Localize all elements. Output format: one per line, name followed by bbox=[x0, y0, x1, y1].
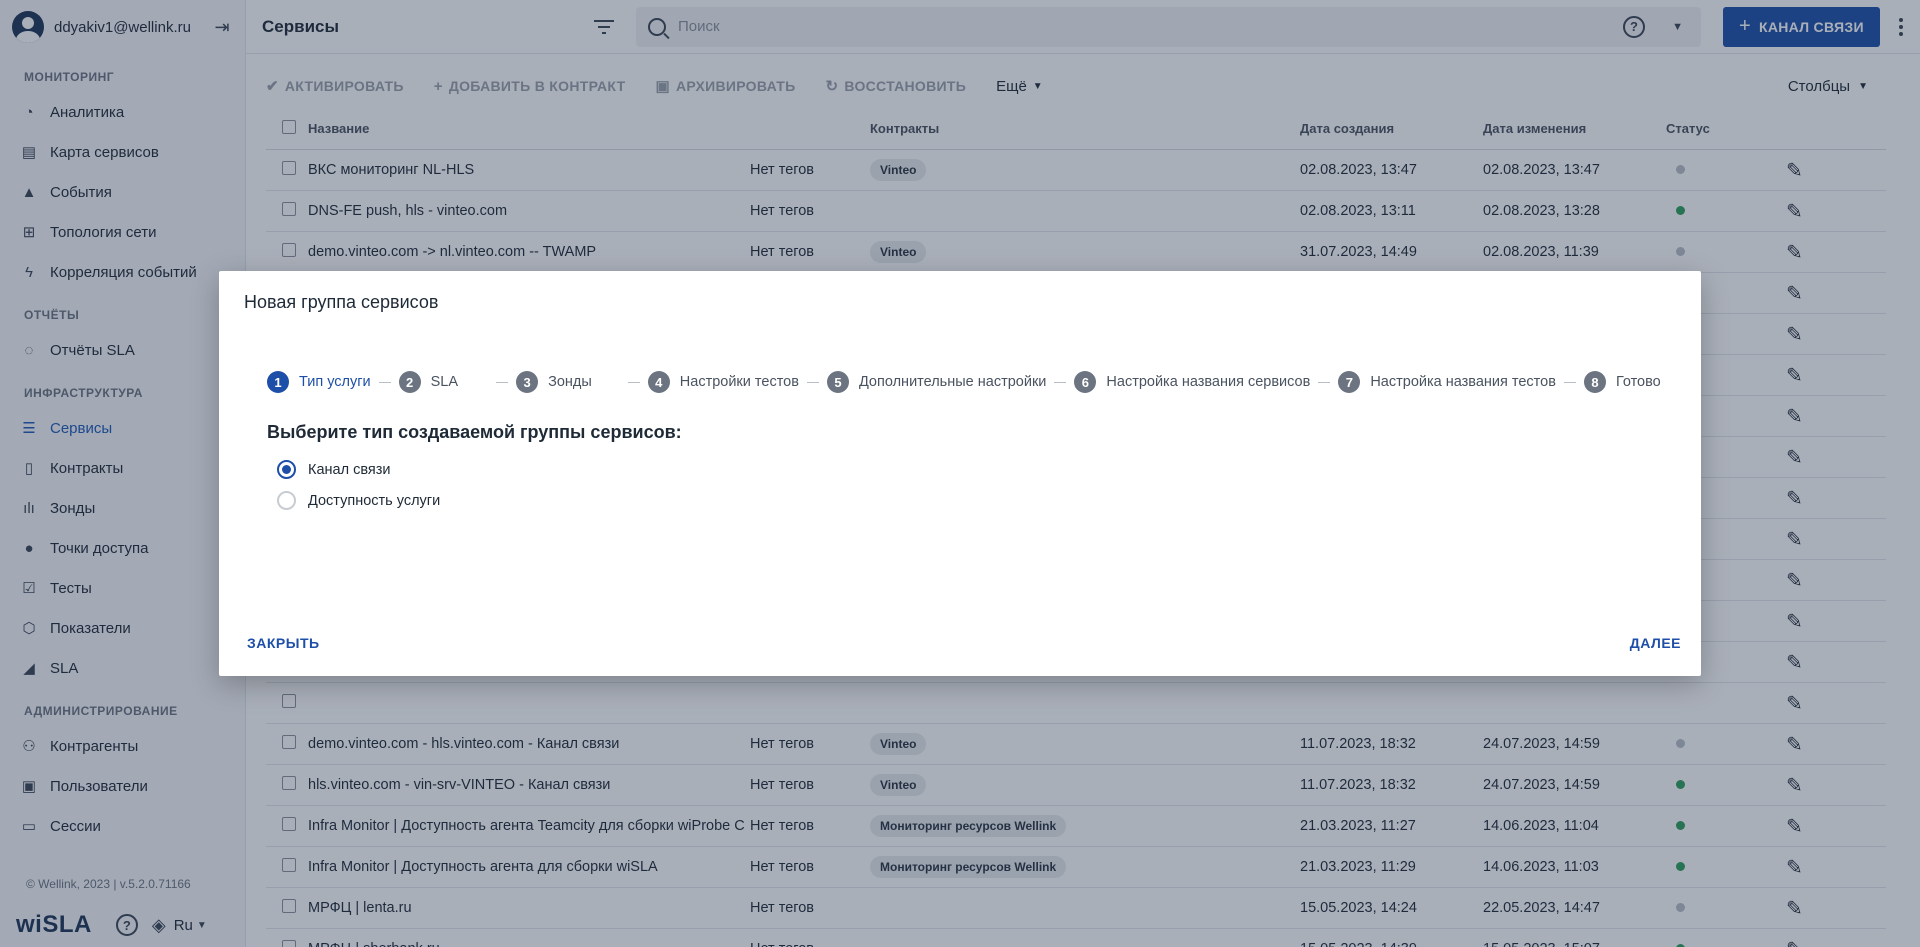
step-6: 6 Настройка названия сервисов bbox=[1074, 371, 1310, 393]
step-2: 2 SLA bbox=[398, 371, 459, 393]
step-8: 8 Готово bbox=[1583, 371, 1661, 393]
question-label: Выберите тип создаваемой группы сервисов… bbox=[267, 422, 682, 442]
step-4: 4 Настройки тестов bbox=[647, 371, 799, 393]
step-label: Настройка названия тестов bbox=[1370, 374, 1556, 390]
step-label: Зонды bbox=[548, 374, 592, 390]
step-label: Готово bbox=[1615, 374, 1661, 390]
close-button[interactable]: ЗАКРЫТЬ bbox=[247, 635, 320, 651]
step-separator bbox=[496, 381, 509, 383]
option-channel[interactable]: Канал связи bbox=[277, 460, 390, 479]
step-number: 2 bbox=[398, 371, 421, 393]
new-service-group-dialog: Новая группа сервисов 1 Тип услуги 2 SLA 3 Зо… bbox=[219, 271, 1701, 676]
step-separator bbox=[627, 381, 640, 383]
step-number: 5 bbox=[826, 371, 849, 393]
step-label: Дополнительные настройки bbox=[858, 374, 1047, 390]
step-5: 5 Дополнительные настройки bbox=[826, 371, 1047, 393]
radio-availability[interactable] bbox=[277, 491, 296, 510]
step-number: 6 bbox=[1074, 371, 1097, 393]
step-separator bbox=[378, 381, 391, 383]
step-number: 1 bbox=[267, 371, 289, 393]
next-button[interactable]: ДАЛЕЕ bbox=[1630, 635, 1681, 651]
option-channel-label: Канал связи bbox=[308, 461, 391, 478]
step-label: Тип услуги bbox=[299, 374, 371, 390]
step-label: Настройка названия сервисов bbox=[1106, 374, 1311, 390]
step-separator bbox=[806, 381, 819, 383]
dialog-title: Новая группа сервисов bbox=[244, 292, 439, 312]
radio-channel[interactable] bbox=[277, 460, 296, 479]
step-separator bbox=[1318, 381, 1331, 383]
option-availability[interactable]: Доступность услуги bbox=[277, 491, 440, 510]
step-number: 3 bbox=[516, 371, 539, 393]
step-number: 7 bbox=[1338, 371, 1361, 393]
step-label: SLA bbox=[430, 374, 459, 390]
step-1: 1 Тип услуги bbox=[267, 371, 371, 393]
step-number: 4 bbox=[647, 371, 670, 393]
step-number: 8 bbox=[1583, 371, 1606, 393]
step-label: Настройки тестов bbox=[679, 374, 799, 390]
step-separator bbox=[1054, 381, 1067, 383]
step-separator bbox=[1563, 381, 1576, 383]
stepper: 1 Тип услуги 2 SLA 3 Зонды 4 Настройки тестов 5 Д… bbox=[267, 371, 1661, 393]
step-3: 3 Зонды bbox=[516, 371, 592, 393]
step-7: 7 Настройка названия тестов bbox=[1338, 371, 1556, 393]
option-availability-label: Доступность услуги bbox=[308, 492, 441, 509]
